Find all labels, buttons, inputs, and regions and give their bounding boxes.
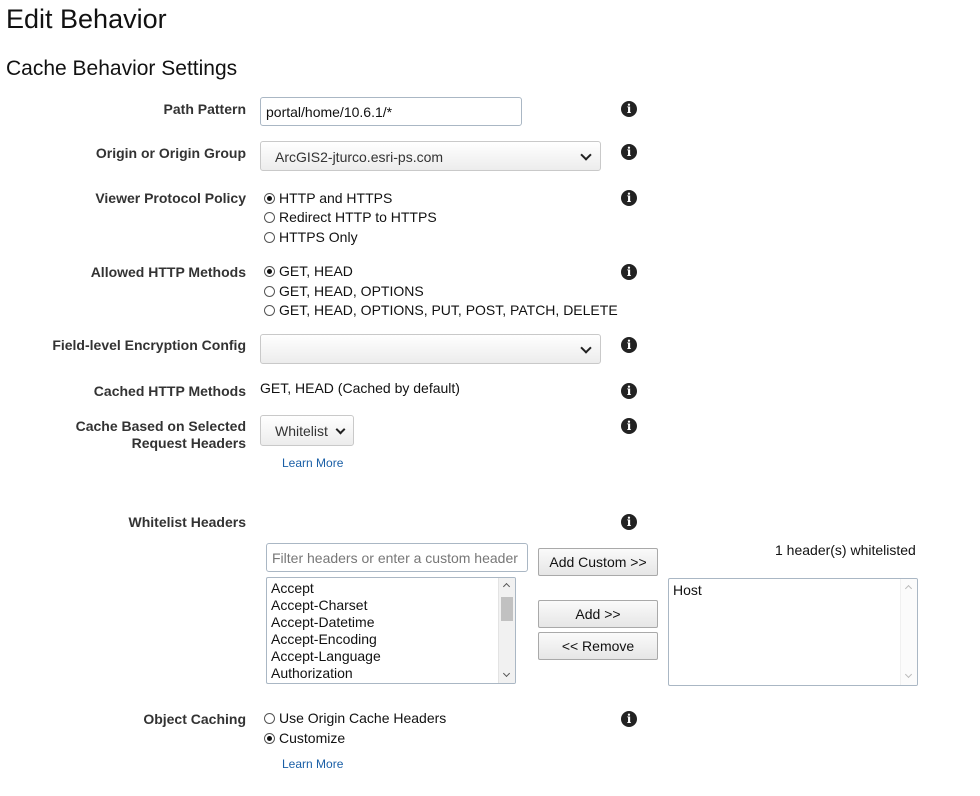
list-item[interactable]: Accept-Language [267, 648, 515, 665]
learn-more-link[interactable]: Learn More [282, 757, 343, 771]
list-item[interactable]: Accept-Encoding [267, 631, 515, 648]
radio-button[interactable] [264, 265, 275, 277]
radio-label: GET, HEAD, OPTIONS, PUT, POST, PATCH, DE… [279, 302, 618, 318]
header-filter-input[interactable] [266, 543, 528, 572]
scroll-down-icon[interactable] [502, 669, 511, 678]
radio-button[interactable] [264, 285, 275, 297]
whitelisted-headers-list[interactable]: Host [668, 578, 918, 686]
radio-label: GET, HEAD [279, 263, 353, 279]
scrollbar-thumb[interactable] [501, 597, 513, 621]
scroll-down-icon[interactable] [904, 670, 913, 679]
list-item[interactable]: Accept [267, 580, 515, 597]
cache-headers-label-line1: Cache Based on Selected [75, 418, 246, 434]
chevron-down-icon [580, 149, 592, 161]
scrollbar[interactable] [900, 579, 917, 685]
path-pattern-input[interactable] [260, 97, 522, 126]
info-icon[interactable]: i [621, 101, 637, 117]
radio-label: Redirect HTTP to HTTPS [279, 209, 437, 225]
add-button[interactable]: Add >> [538, 600, 658, 628]
origin-value: ArcGIS2-jturco.esri-ps.com [275, 149, 444, 165]
radio-get-head-options[interactable]: GET, HEAD, OPTIONS [264, 282, 424, 300]
viewer-protocol-label: Viewer Protocol Policy [95, 190, 246, 206]
radio-button[interactable] [264, 231, 275, 243]
add-custom-button[interactable]: Add Custom >> [538, 548, 658, 576]
info-icon[interactable]: i [621, 383, 637, 399]
info-icon[interactable]: i [621, 190, 637, 206]
cache-headers-label: Cache Based on Selected Request Headers [76, 418, 246, 452]
field-encryption-select[interactable] [260, 334, 601, 364]
list-item[interactable]: Accept-Datetime [267, 614, 515, 631]
cache-headers-label-line2: Request Headers [131, 435, 246, 451]
radio-get-head[interactable]: GET, HEAD [264, 262, 353, 280]
radio-http-and-https[interactable]: HTTP and HTTPS [264, 189, 392, 207]
scroll-up-icon[interactable] [904, 584, 913, 593]
radio-button[interactable] [264, 192, 275, 204]
radio-redirect-http-to-https[interactable]: Redirect HTTP to HTTPS [264, 208, 437, 226]
path-pattern-label: Path Pattern [163, 101, 246, 117]
info-icon[interactable]: i [621, 337, 637, 353]
list-item[interactable]: Host [669, 582, 917, 599]
radio-label: Use Origin Cache Headers [279, 710, 447, 726]
object-caching-label: Object Caching [143, 711, 246, 727]
cached-methods-label: Cached HTTP Methods [93, 383, 246, 399]
info-icon[interactable]: i [621, 711, 637, 727]
radio-button[interactable] [264, 211, 275, 223]
radio-button[interactable] [264, 304, 275, 316]
radio-button[interactable] [264, 732, 275, 744]
radio-label: HTTP and HTTPS [279, 190, 393, 206]
whitelisted-count: 1 header(s) whitelisted [775, 542, 916, 558]
allowed-methods-label: Allowed HTTP Methods [90, 264, 246, 280]
radio-https-only[interactable]: HTTPS Only [264, 228, 358, 246]
radio-label: GET, HEAD, OPTIONS [279, 283, 424, 299]
chevron-down-icon [335, 424, 346, 435]
cache-headers-select[interactable]: Whitelist [260, 415, 354, 446]
available-headers-list[interactable]: Accept Accept-Charset Accept-Datetime Ac… [266, 577, 516, 684]
scrollbar[interactable] [498, 578, 515, 683]
radio-customize[interactable]: Customize [264, 729, 345, 747]
whitelist-headers-label: Whitelist Headers [128, 514, 246, 530]
info-icon[interactable]: i [621, 418, 637, 434]
section-title: Cache Behavior Settings [6, 57, 238, 80]
remove-button[interactable]: << Remove [538, 632, 658, 660]
page-title: Edit Behavior [6, 4, 167, 34]
learn-more-link[interactable]: Learn More [282, 456, 343, 470]
info-icon[interactable]: i [621, 144, 637, 160]
origin-label: Origin or Origin Group [95, 145, 246, 161]
field-encryption-label: Field-level Encryption Config [52, 337, 246, 353]
radio-button[interactable] [264, 712, 275, 724]
origin-select[interactable]: ArcGIS2-jturco.esri-ps.com [260, 141, 601, 171]
radio-label: Customize [279, 730, 346, 746]
cached-methods-value: GET, HEAD (Cached by default) [260, 380, 460, 396]
list-item[interactable]: Accept-Charset [267, 597, 515, 614]
radio-label: HTTPS Only [279, 229, 358, 245]
radio-use-origin-cache-headers[interactable]: Use Origin Cache Headers [264, 709, 446, 727]
info-icon[interactable]: i [621, 514, 637, 530]
chevron-down-icon [580, 342, 592, 354]
list-item[interactable]: Authorization [267, 665, 515, 682]
scroll-up-icon[interactable] [502, 582, 511, 591]
info-icon[interactable]: i [621, 264, 637, 280]
radio-all-methods[interactable]: GET, HEAD, OPTIONS, PUT, POST, PATCH, DE… [264, 301, 618, 319]
cache-headers-value: Whitelist [275, 423, 328, 439]
